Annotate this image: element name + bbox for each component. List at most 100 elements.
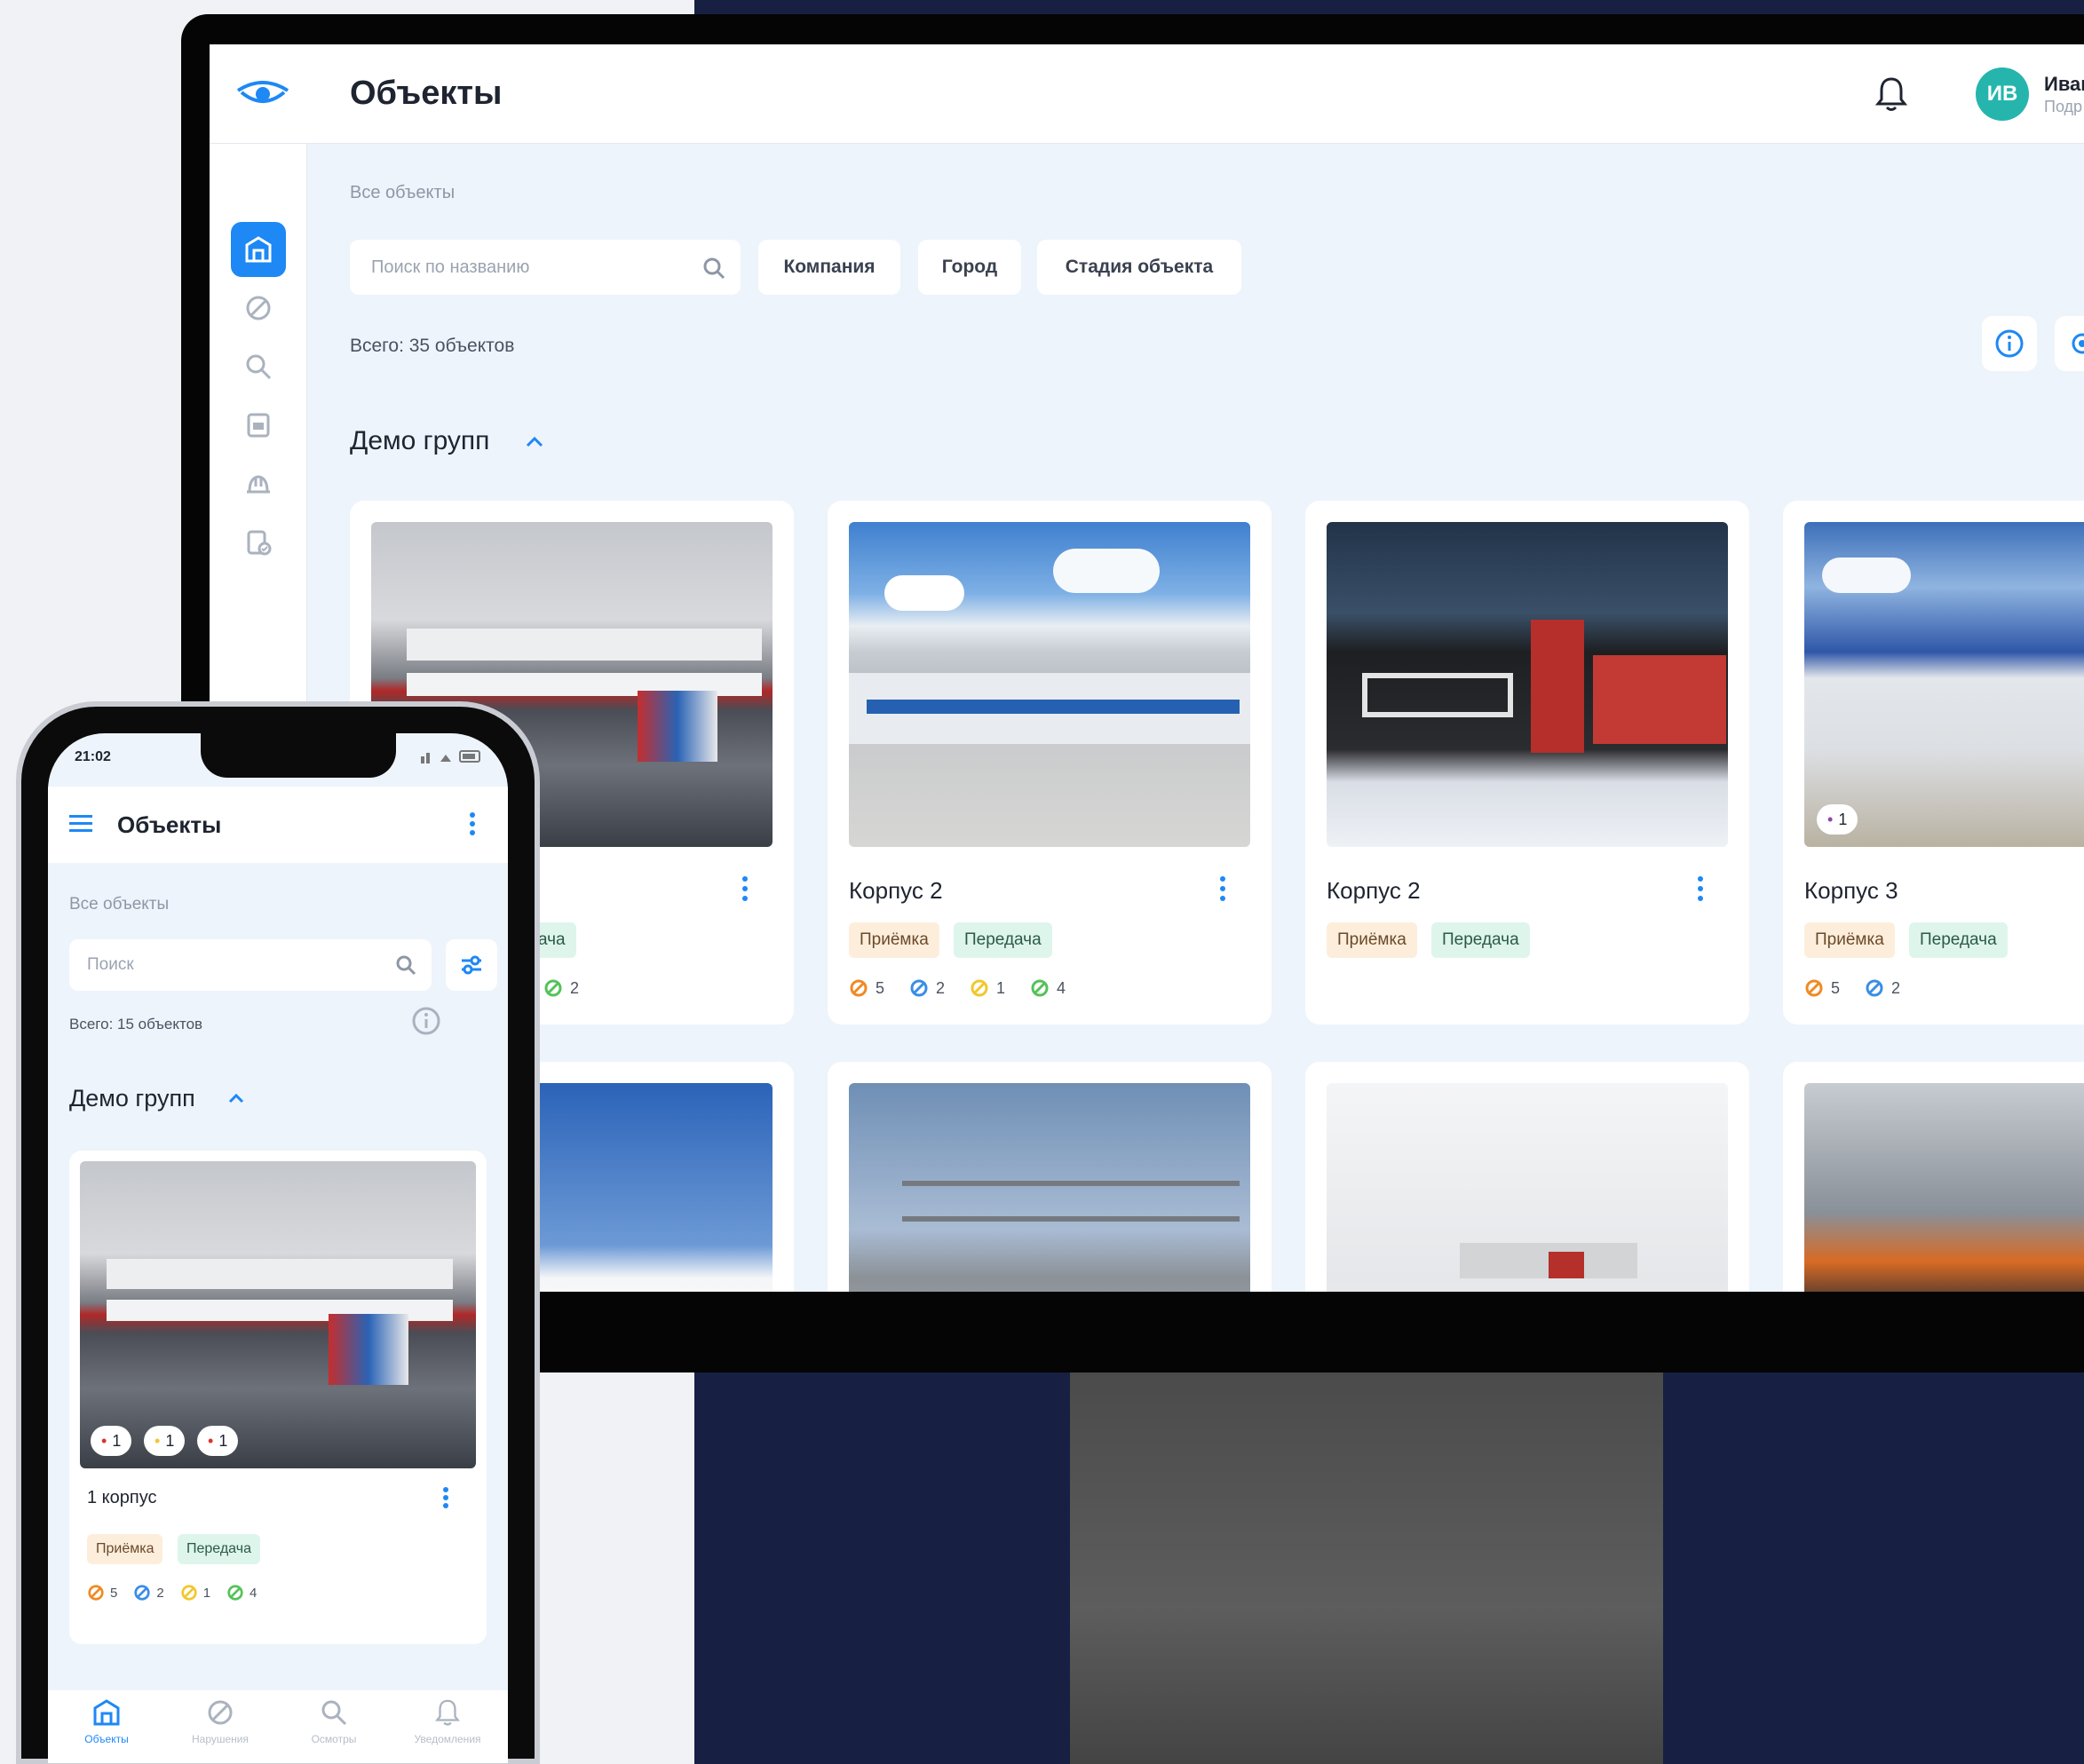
object-card[interactable]: • 1 • 1 • 1 1 корпус Приёмка Передача 5 2 1… xyxy=(69,1151,487,1644)
photo-badge-count: 1 xyxy=(112,1431,122,1450)
warning-icon xyxy=(181,1585,197,1601)
tab-label: Объекты xyxy=(84,1733,129,1745)
object-photo: • 1 xyxy=(1804,522,2084,847)
bottom-tab-bar: Объекты Нарушения Осмотры Уведомления xyxy=(48,1690,508,1763)
eye-logo-icon xyxy=(236,81,289,103)
sidebar-item-safety[interactable] xyxy=(231,456,286,511)
tab-inspections[interactable]: Осмотры xyxy=(281,1697,387,1745)
stat-value: 2 xyxy=(156,1585,164,1601)
group-title[interactable]: Демо групп xyxy=(350,426,489,456)
bell-icon[interactable] xyxy=(1874,75,1909,114)
info-button[interactable] xyxy=(1982,316,2037,371)
resolved-icon xyxy=(544,979,562,997)
sidebar-item-documents[interactable] xyxy=(231,398,286,453)
document-icon xyxy=(247,413,270,438)
stat-value: 5 xyxy=(876,978,885,997)
search-icon[interactable] xyxy=(394,953,417,977)
forbidden-icon xyxy=(246,296,271,320)
object-photo xyxy=(849,1083,1250,1292)
card-stats: 5 2 xyxy=(1804,978,1916,998)
stat-value: 2 xyxy=(936,978,946,997)
helmet-icon xyxy=(247,475,270,494)
phone-screen: 21:02 Объекты Все объекты Всего: 15 объе… xyxy=(48,733,508,1763)
info-icon xyxy=(1995,329,2024,358)
object-card[interactable] xyxy=(828,1062,1272,1292)
search-icon xyxy=(246,354,272,380)
object-photo: • 1 • 1 • 1 xyxy=(80,1161,476,1468)
card-menu-kebab-icon[interactable] xyxy=(442,1486,449,1509)
group-title[interactable]: Демо групп xyxy=(69,1085,195,1112)
photo-badge-count: 1 xyxy=(218,1431,228,1450)
filter-city-button[interactable]: Город xyxy=(918,240,1021,295)
object-card[interactable] xyxy=(1783,1062,2084,1292)
avatar[interactable]: ИВ xyxy=(1976,67,2029,121)
stat-value: 1 xyxy=(202,1585,211,1601)
card-menu-kebab-icon[interactable] xyxy=(741,875,749,902)
photo-badge: • 1 xyxy=(1817,804,1858,835)
tab-violations[interactable]: Нарушения xyxy=(167,1697,273,1745)
page-title: Объекты xyxy=(117,811,222,838)
card-menu-kebab-icon[interactable] xyxy=(1696,875,1705,902)
stat-value: 4 xyxy=(1057,978,1066,997)
chevron-up-icon[interactable] xyxy=(522,430,547,455)
filter-button[interactable] xyxy=(446,939,497,991)
tag-acceptance: Приёмка xyxy=(87,1534,163,1564)
info-icon[interactable] xyxy=(410,1005,442,1037)
search-box xyxy=(69,939,432,991)
filter-stage-button[interactable]: Стадия объекта xyxy=(1037,240,1241,295)
photo-badge: • 1 xyxy=(144,1426,186,1456)
breadcrumb[interactable]: Все объекты xyxy=(350,183,455,203)
card-stats: 5 2 1 4 xyxy=(87,1584,257,1602)
sidebar-item-inspections[interactable] xyxy=(231,339,286,394)
sidebar-item-objects[interactable] xyxy=(231,222,286,277)
phone-header: Объекты xyxy=(48,787,508,863)
tab-notifications[interactable]: Уведомления xyxy=(394,1697,501,1745)
user-role: Подр xyxy=(2044,98,2083,115)
object-card[interactable]: • 1 Корпус 3 Приёмка Передача 5 2 xyxy=(1783,501,2084,1024)
card-menu-kebab-icon[interactable] xyxy=(1218,875,1227,902)
tag-acceptance: Приёмка xyxy=(849,922,939,958)
settings-button[interactable] xyxy=(2055,316,2084,371)
monitor-stand xyxy=(1070,1372,1663,1764)
photo-badge-count: 1 xyxy=(1838,810,1848,828)
violation-icon xyxy=(850,979,868,997)
filter-company-button[interactable]: Компания xyxy=(758,240,900,295)
gear-icon xyxy=(2072,333,2084,354)
tab-label: Нарушения xyxy=(191,1733,249,1745)
tab-objects[interactable]: Объекты xyxy=(53,1697,160,1745)
card-stats: 5 2 1 4 xyxy=(849,978,1082,998)
search-input[interactable] xyxy=(371,240,691,295)
object-photo xyxy=(1327,522,1728,847)
object-photo xyxy=(849,522,1250,847)
object-card[interactable]: Корпус 2 Приёмка Передача xyxy=(1305,501,1749,1024)
sidebar-item-checklist[interactable] xyxy=(231,515,286,570)
breadcrumb[interactable]: Все объекты xyxy=(69,895,169,914)
more-kebab-icon[interactable] xyxy=(469,811,476,836)
pending-icon xyxy=(1866,979,1883,997)
phone-notch xyxy=(201,733,396,778)
search-icon[interactable] xyxy=(701,256,726,281)
sidebar-item-violations[interactable] xyxy=(231,281,286,336)
tag-acceptance: Приёмка xyxy=(1804,922,1895,958)
card-title: Корпус 3 xyxy=(1804,877,1898,904)
tag-transfer: Передача xyxy=(1909,922,2008,958)
tag-transfer: Передача xyxy=(1431,922,1530,958)
hamburger-menu-icon[interactable] xyxy=(69,815,92,833)
pending-icon xyxy=(910,979,928,997)
status-icons xyxy=(421,750,480,763)
chevron-up-icon[interactable] xyxy=(226,1088,247,1110)
card-title: 1 корпус xyxy=(87,1488,157,1507)
search-box xyxy=(350,240,741,295)
total-count: Всего: 35 объектов xyxy=(350,336,515,356)
stat-value: 4 xyxy=(250,1585,258,1601)
card-title: Корпус 2 xyxy=(1327,877,1421,904)
tag-transfer: Передача xyxy=(178,1534,260,1564)
object-card[interactable]: Корпус 2 Приёмка Передача 5 2 1 4 xyxy=(828,501,1272,1024)
object-card[interactable] xyxy=(1305,1062,1749,1292)
page-title: Объекты xyxy=(350,75,503,112)
phone-frame: 21:02 Объекты Все объекты Всего: 15 объе… xyxy=(16,701,540,1764)
card-stats: 2 xyxy=(543,978,595,998)
search-input[interactable] xyxy=(87,939,371,991)
resolved-icon xyxy=(1031,979,1049,997)
tag-acceptance: Приёмка xyxy=(1327,922,1417,958)
